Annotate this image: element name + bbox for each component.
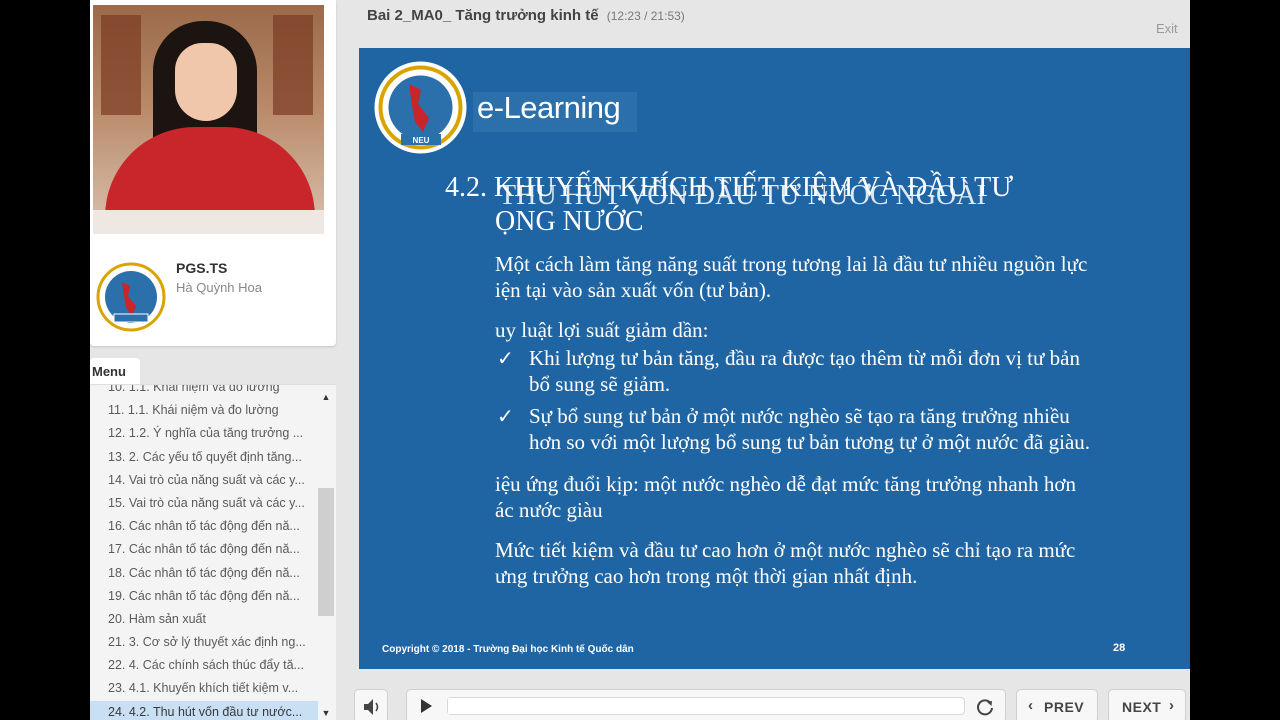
chevron-right-icon: › [1169, 697, 1174, 714]
menu-item[interactable]: 16. Các nhân tố tác động đến nă... [90, 515, 318, 538]
next-label: NEXT [1122, 699, 1162, 715]
player-bar [406, 689, 1006, 720]
slide-text-line: ưng trưởng cao hơn trong một thời gian n… [495, 564, 918, 588]
menu-scrollbar-thumb[interactable] [318, 488, 334, 616]
slide-text-line: Sự bổ sung tư bản ở một nước nghèo sẽ tạ… [529, 404, 1070, 428]
checkmark-icon: ✓ [497, 404, 514, 428]
checkmark-icon: ✓ [497, 346, 514, 370]
next-button[interactable]: NEXT › [1108, 689, 1186, 720]
menu-item[interactable]: 24. 4.2. Thu hút vốn đầu tư nước... [90, 700, 318, 720]
slide-text-line: Mức tiết kiệm và đầu tư cao hơn ở một nư… [495, 538, 1076, 562]
scroll-down-icon[interactable]: ▼ [320, 708, 332, 720]
slide-text-line: bổ sung sẽ giảm. [529, 372, 671, 396]
slide-text-line: ác nước giàu [495, 498, 603, 522]
course-title: Bai 2_MA0_ Tăng trưởng kinh tế (12:23 / … [367, 7, 685, 24]
menu-item[interactable]: 17. Các nhân tố tác động đến nă... [90, 538, 318, 561]
presenter-photo [93, 5, 324, 234]
exit-link[interactable]: Exit [1156, 21, 1178, 36]
presenter-name: Hà Quỳnh Hoa [176, 280, 262, 295]
slide-page-number: 28 [1113, 642, 1126, 654]
menu-item[interactable]: 13. 2. Các yếu tố quyết định tăng... [90, 446, 318, 469]
slide-text-line: Một cách làm tăng năng suất trong tương … [495, 252, 1088, 276]
chevron-left-icon: ‹ [1028, 697, 1033, 714]
menu-item[interactable]: 10. 1.1. Khái niệm và đo lường [90, 385, 318, 399]
slide: NEU e-Learning THU HÚT VỐN ĐẦU TƯ NƯỚC N… [359, 48, 1190, 669]
menu-panel: 10. 1.1. Khái niệm và đo lường 11. 1.1. K… [90, 384, 336, 720]
slide-text-line: uy luật lợi suất giảm dần: [495, 318, 709, 342]
replay-icon[interactable] [975, 697, 995, 717]
menu-item[interactable]: 23. 4.1. Khuyến khích tiết kiệm v... [90, 677, 318, 700]
menu-tab[interactable]: Menu [90, 358, 140, 384]
elearning-logo-text: e-Learning [477, 90, 621, 125]
playback-time: (12:23 / 21:53) [606, 9, 685, 23]
volume-button[interactable] [354, 689, 388, 720]
slide-copyright: Copyright © 2018 - Trường Đại học Kinh t… [382, 644, 634, 655]
menu-item[interactable]: 14. Vai trò của năng suất và các y... [90, 469, 318, 492]
menu-item[interactable]: 22. 4. Các chính sách thúc đẩy tă... [90, 654, 318, 677]
presenter-title: PGS.TS [176, 260, 228, 276]
menu-item[interactable]: 15. Vai trò của năng suất và các y... [90, 492, 318, 515]
svg-text:NEU: NEU [413, 136, 430, 145]
prev-button[interactable]: ‹ PREV [1016, 689, 1098, 720]
slide-text-line: Khi lượng tư bản tăng, đầu ra được tạo t… [529, 346, 1080, 370]
slide-heading-line-2: ỌNG NƯỚC [495, 206, 644, 237]
slide-text-line: iện tại vào sản xuất vốn (tư bản). [495, 278, 772, 302]
play-icon[interactable] [419, 698, 433, 714]
seek-bar-progress [448, 698, 741, 714]
prev-label: PREV [1044, 699, 1085, 715]
course-title-text: Bai 2_MA0_ Tăng trưởng kinh tế [367, 7, 599, 24]
scroll-up-icon[interactable]: ▲ [320, 392, 332, 404]
slide-text-line: iệu ứng đuổi kịp: một nước nghèo dễ đạt … [495, 472, 1076, 496]
speaker-icon [364, 699, 379, 715]
menu-item[interactable]: 20. Hàm sản xuất [90, 608, 318, 631]
university-logo-icon: NEU [374, 61, 467, 154]
menu-item[interactable]: 19. Các nhân tố tác động đến nă... [90, 585, 318, 608]
player-stage: PGS.TS Hà Quỳnh Hoa Menu 10. 1.1. Khái n… [90, 0, 1190, 720]
seek-bar[interactable] [447, 697, 965, 715]
menu-list: 10. 1.1. Khái niệm và đo lường 11. 1.1. K… [90, 385, 318, 720]
slide-heading: 4.2. KHUYẾN KHÍCH TIẾT KIỆM VÀ ĐẦU TƯ [445, 172, 1013, 203]
university-logo-icon [96, 262, 166, 332]
slide-text-line: hơn so với một lượng bổ sung tư bản tươn… [529, 430, 1091, 454]
menu-item[interactable]: 18. Các nhân tố tác động đến nă... [90, 562, 318, 585]
menu-item[interactable]: 21. 3. Cơ sở lý thuyết xác định ng... [90, 631, 318, 654]
presenter-card: PGS.TS Hà Quỳnh Hoa [90, 0, 336, 346]
menu-item[interactable]: 12. 1.2. Ý nghĩa của tăng trưởng ... [90, 422, 318, 445]
menu-item[interactable]: 11. 1.1. Khái niệm và đo lường [90, 399, 318, 422]
